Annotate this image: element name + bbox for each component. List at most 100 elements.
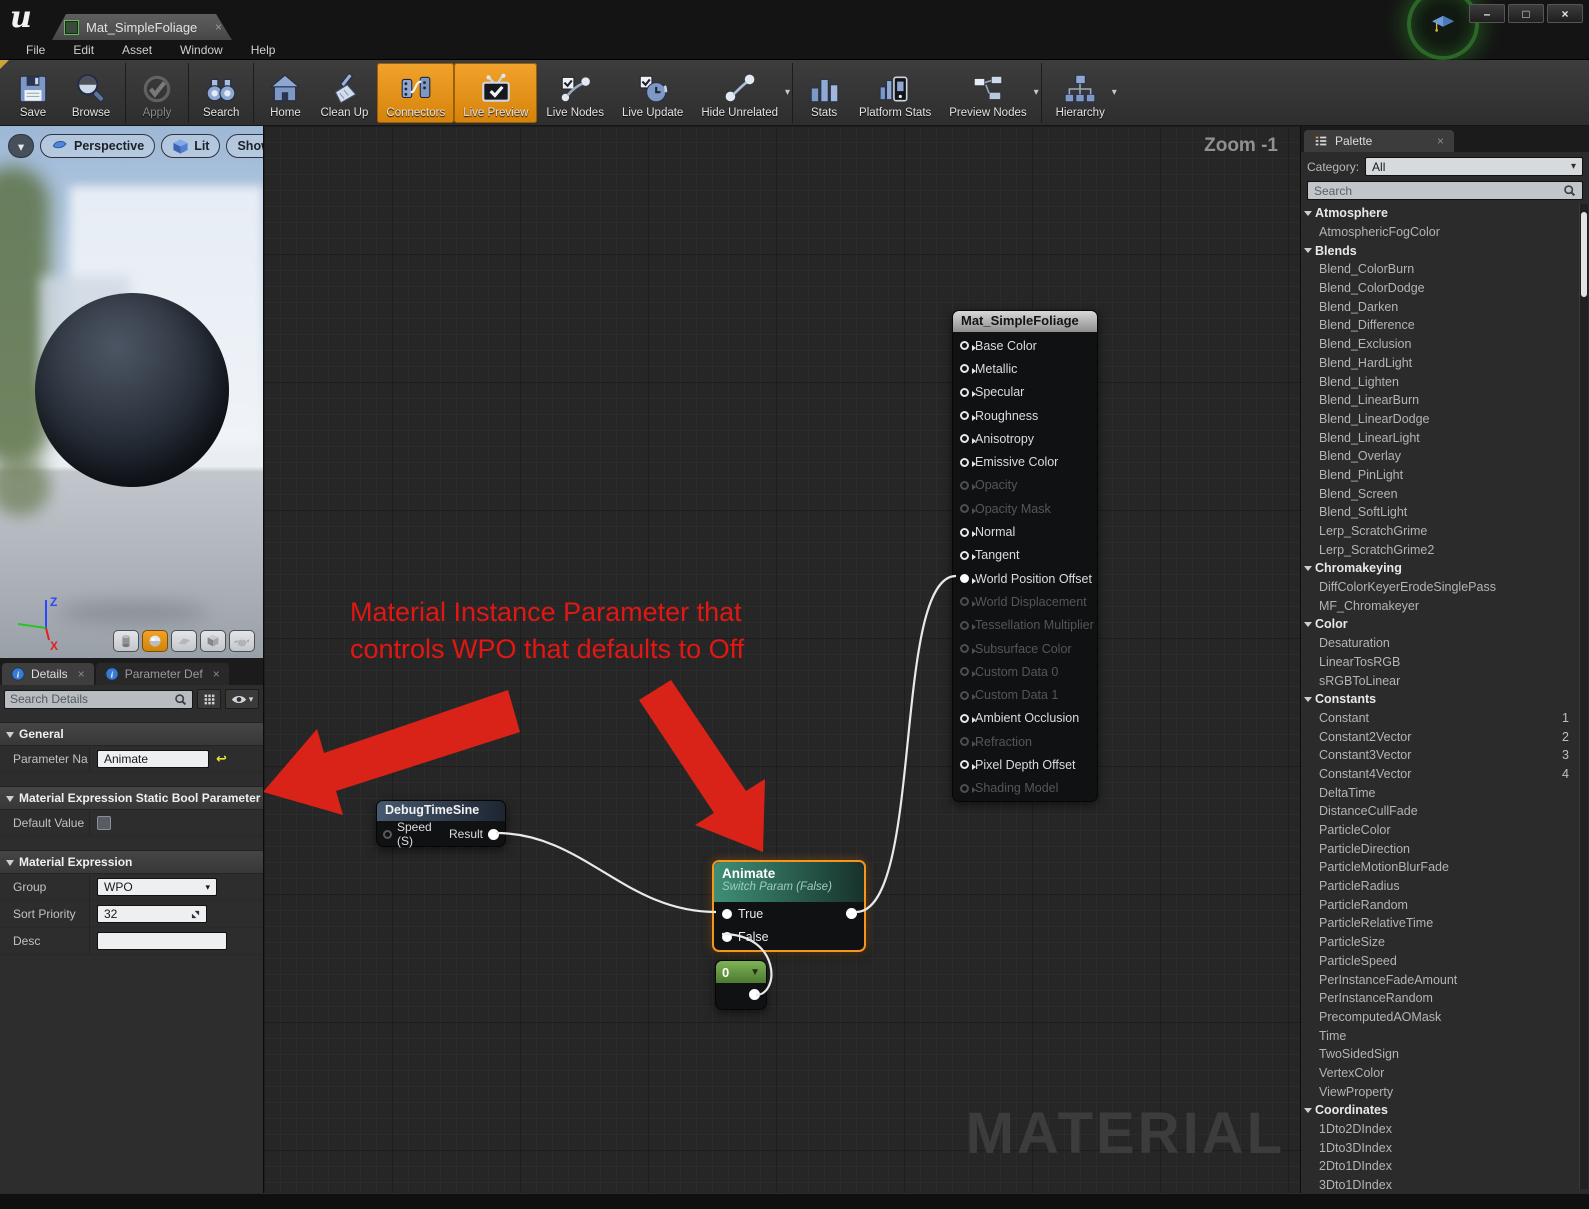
toolbar-button[interactable]: Clean Up bbox=[311, 63, 377, 123]
perspective-button[interactable]: Perspective bbox=[40, 134, 155, 158]
palette-row[interactable]: 2Dto1DIndex bbox=[1301, 1157, 1577, 1176]
output-pin-icon[interactable] bbox=[846, 908, 857, 919]
tab-parameter-defaults[interactable]: Parameter Def × bbox=[96, 663, 229, 685]
palette-row[interactable]: AtmosphericFogColor bbox=[1301, 223, 1577, 242]
lit-mode-button[interactable]: Lit bbox=[161, 134, 220, 158]
palette-row[interactable]: Blend_HardLight bbox=[1301, 354, 1577, 373]
node-title[interactable]: DebugTimeSine bbox=[377, 801, 505, 821]
preview-shape-button[interactable] bbox=[229, 630, 255, 652]
chevron-down-icon[interactable]: ▾ bbox=[785, 87, 790, 98]
toolbar-button[interactable]: Search bbox=[188, 63, 248, 123]
input-pin-icon[interactable] bbox=[960, 574, 969, 583]
palette-row[interactable]: ParticleSize bbox=[1301, 933, 1577, 952]
chevron-down-icon[interactable]: ▾ bbox=[1112, 87, 1117, 98]
details-search-input[interactable]: Search Details bbox=[4, 690, 193, 709]
palette-row[interactable]: Constants bbox=[1301, 690, 1577, 709]
node-mat-simplefoliage[interactable]: Mat_SimpleFoliage Base Color Metallic bbox=[952, 310, 1098, 802]
input-pin-icon[interactable] bbox=[960, 458, 969, 467]
palette-row[interactable]: DeltaTime bbox=[1301, 783, 1577, 802]
desc-field[interactable] bbox=[97, 932, 227, 950]
input-pin-icon[interactable] bbox=[960, 364, 969, 373]
palette-row[interactable]: Coordinates bbox=[1301, 1101, 1577, 1120]
palette-row[interactable]: Blends bbox=[1301, 241, 1577, 260]
output-pin-icon[interactable] bbox=[488, 829, 499, 840]
input-pin-icon[interactable] bbox=[960, 528, 969, 537]
input-pin-icon[interactable] bbox=[960, 714, 969, 723]
palette-row[interactable]: 1Dto2DIndex bbox=[1301, 1120, 1577, 1139]
group-dropdown[interactable]: WPO ▾ bbox=[97, 878, 217, 896]
menu-item[interactable]: Help bbox=[237, 41, 290, 59]
toolbar-button[interactable]: Live Nodes bbox=[537, 63, 613, 123]
menu-item[interactable]: Edit bbox=[59, 41, 108, 59]
preview-shape-button[interactable] bbox=[171, 630, 197, 652]
menu-item[interactable]: Window bbox=[166, 41, 237, 59]
palette-row[interactable]: Constant3Vector 3 bbox=[1301, 746, 1577, 765]
palette-row[interactable]: ParticleRandom bbox=[1301, 895, 1577, 914]
reset-to-default-icon[interactable]: ↩ bbox=[216, 751, 227, 767]
palette-row[interactable]: ParticleColor bbox=[1301, 821, 1577, 840]
tab-details[interactable]: Details × bbox=[2, 663, 94, 685]
input-pin-icon[interactable] bbox=[960, 481, 969, 490]
asset-tab[interactable]: Mat_SimpleFoliage × bbox=[52, 14, 232, 40]
palette-row[interactable]: LinearTosRGB bbox=[1301, 653, 1577, 672]
sort-priority-field[interactable]: 32 bbox=[97, 905, 207, 923]
palette-row[interactable]: Blend_Exclusion bbox=[1301, 335, 1577, 354]
toolbar-button[interactable]: Preview Nodes ▾ bbox=[940, 63, 1035, 123]
material-graph-canvas[interactable]: Zoom -1 Mat_SimpleFoliage Base Color Met bbox=[264, 126, 1300, 1193]
section-material-expression[interactable]: Material Expression bbox=[0, 850, 263, 874]
palette-row[interactable]: Blend_ColorDodge bbox=[1301, 279, 1577, 298]
palette-row[interactable]: Blend_Darken bbox=[1301, 297, 1577, 316]
toolbar-button[interactable]: Live Update bbox=[613, 63, 692, 123]
palette-row[interactable]: ParticleMotionBlurFade bbox=[1301, 858, 1577, 877]
category-dropdown[interactable]: All ▾ bbox=[1365, 157, 1583, 176]
input-pin-icon[interactable] bbox=[960, 434, 969, 443]
node-constant[interactable]: 0 ▼ bbox=[715, 960, 767, 1010]
maximize-button[interactable]: □ bbox=[1508, 4, 1544, 23]
palette-row[interactable]: Time bbox=[1301, 1026, 1577, 1045]
palette-row[interactable]: 1Dto3DIndex bbox=[1301, 1138, 1577, 1157]
input-pin-icon[interactable] bbox=[960, 411, 969, 420]
chevron-down-icon[interactable]: ▾ bbox=[1034, 87, 1039, 98]
section-general[interactable]: General bbox=[0, 722, 263, 746]
minimize-button[interactable]: – bbox=[1469, 4, 1505, 23]
palette-row[interactable]: ParticleSpeed bbox=[1301, 952, 1577, 971]
palette-row[interactable]: Lerp_ScratchGrime2 bbox=[1301, 540, 1577, 559]
palette-row[interactable]: DistanceCullFade bbox=[1301, 802, 1577, 821]
palette-scrollbar[interactable] bbox=[1579, 204, 1588, 1189]
palette-row[interactable]: Constant4Vector 4 bbox=[1301, 765, 1577, 784]
node-title[interactable]: Mat_SimpleFoliage bbox=[953, 311, 1097, 332]
preview-shape-button[interactable] bbox=[113, 630, 139, 652]
toolbar-button[interactable]: Save bbox=[4, 63, 62, 123]
input-pin-icon[interactable] bbox=[960, 551, 969, 560]
palette-row[interactable]: Lerp_ScratchGrime bbox=[1301, 522, 1577, 541]
palette-row[interactable]: DiffColorKeyerErodeSinglePass bbox=[1301, 578, 1577, 597]
node-title[interactable]: Animate bbox=[722, 866, 856, 881]
palette-row[interactable]: Blend_Screen bbox=[1301, 484, 1577, 503]
palette-row[interactable]: Blend_SoftLight bbox=[1301, 503, 1577, 522]
tab-close-icon[interactable]: × bbox=[78, 667, 85, 681]
output-pin-icon[interactable] bbox=[749, 989, 760, 1000]
preview-viewport[interactable]: ▾ Perspective Lit Show bbox=[0, 126, 263, 658]
close-button[interactable]: × bbox=[1547, 4, 1583, 23]
palette-row[interactable]: Blend_Lighten bbox=[1301, 372, 1577, 391]
toolbar-button[interactable]: Platform Stats bbox=[850, 63, 940, 123]
palette-row[interactable]: TwoSidedSign bbox=[1301, 1045, 1577, 1064]
tab-close-icon[interactable]: × bbox=[213, 667, 220, 681]
viewport-options-button[interactable]: ▾ bbox=[8, 134, 34, 158]
input-pin-icon[interactable] bbox=[960, 388, 969, 397]
palette-row[interactable]: Blend_PinLight bbox=[1301, 466, 1577, 485]
palette-row[interactable]: 3Dto1DIndex bbox=[1301, 1176, 1577, 1193]
palette-row[interactable]: ParticleRelativeTime bbox=[1301, 914, 1577, 933]
palette-row[interactable]: Atmosphere bbox=[1301, 204, 1577, 223]
input-pin-icon[interactable] bbox=[960, 621, 969, 630]
drag-spinner-icon[interactable] bbox=[191, 910, 200, 919]
palette-row[interactable]: Blend_LinearDodge bbox=[1301, 410, 1577, 429]
input-pin-icon[interactable] bbox=[722, 932, 732, 942]
parameter-name-field[interactable]: Animate bbox=[97, 750, 209, 768]
palette-search-input[interactable]: Search bbox=[1307, 181, 1583, 200]
palette-row[interactable]: Blend_LinearLight bbox=[1301, 428, 1577, 447]
preview-shape-button[interactable] bbox=[142, 630, 168, 652]
input-pin-icon[interactable] bbox=[960, 667, 969, 676]
palette-row[interactable]: VertexColor bbox=[1301, 1064, 1577, 1083]
input-pin-icon[interactable] bbox=[960, 760, 969, 769]
